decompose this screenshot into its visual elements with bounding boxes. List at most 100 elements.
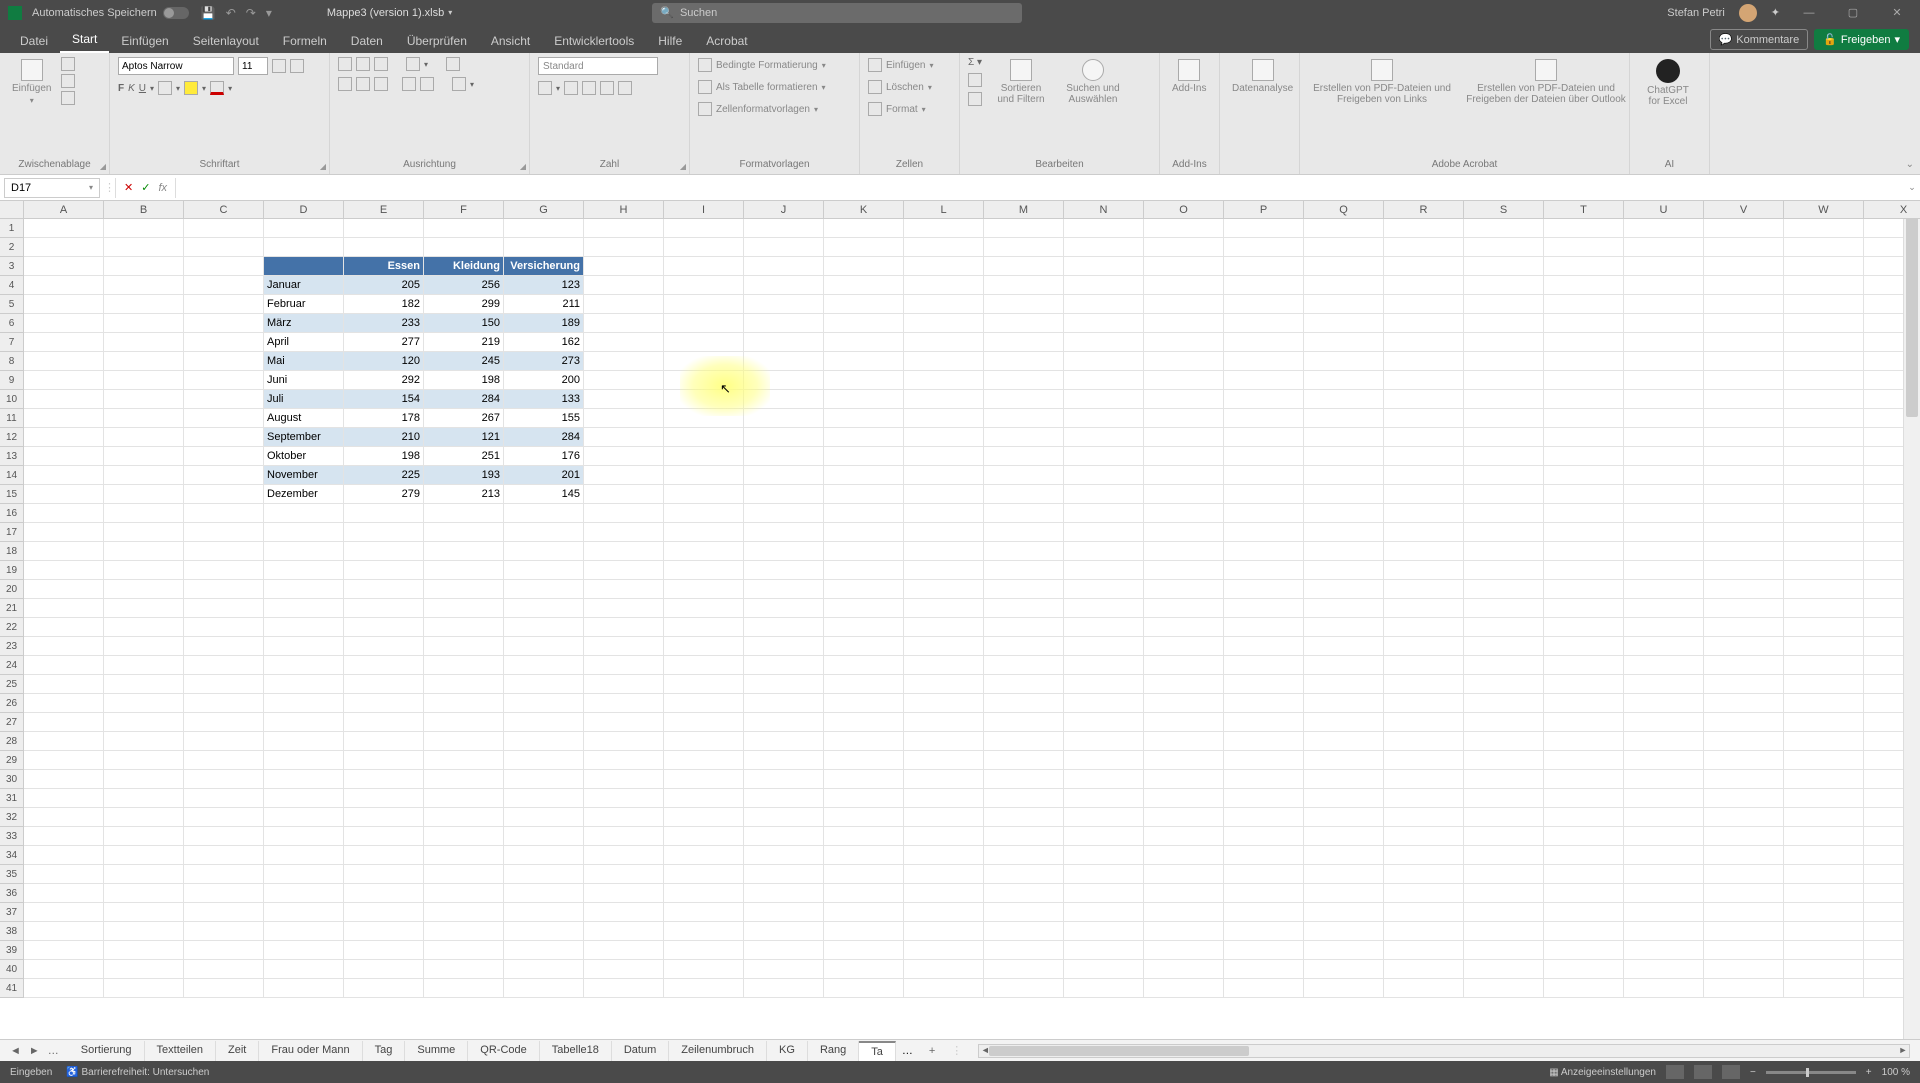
cell[interactable] [984,941,1064,960]
row-header[interactable]: 22 [0,618,23,637]
cell[interactable] [1144,580,1224,599]
toggle-icon[interactable] [163,7,189,19]
cell[interactable] [584,751,664,770]
cell[interactable] [904,656,984,675]
cell[interactable]: 225 [344,466,424,485]
cell[interactable]: Versicherung [504,257,584,276]
cell[interactable] [664,428,744,447]
cell[interactable] [664,295,744,314]
row-header[interactable]: 31 [0,789,23,808]
cell[interactable] [1304,371,1384,390]
cell[interactable] [1304,333,1384,352]
cell[interactable]: 284 [504,428,584,447]
cell[interactable] [184,580,264,599]
italic-button[interactable]: K [128,83,135,94]
cell[interactable] [1224,599,1304,618]
number-format-select[interactable] [538,57,658,75]
cell[interactable] [1144,447,1224,466]
cell[interactable] [424,827,504,846]
cell[interactable] [1224,637,1304,656]
cells-area[interactable]: EssenKleidungVersicherungJanuar205256123… [24,219,1920,998]
cell[interactable] [104,751,184,770]
cell[interactable] [1384,428,1464,447]
cell[interactable] [1464,751,1544,770]
cell[interactable] [1544,960,1624,979]
cell[interactable] [1784,390,1864,409]
sheet-tab[interactable]: Textteilen [145,1041,216,1061]
cell[interactable] [1704,922,1784,941]
cell[interactable] [904,941,984,960]
cell[interactable] [504,941,584,960]
cell[interactable] [1144,827,1224,846]
add-sheet-button[interactable]: + [919,1045,945,1057]
cell[interactable] [1304,561,1384,580]
cell[interactable] [104,504,184,523]
cell[interactable] [424,732,504,751]
cell[interactable] [264,979,344,998]
cell[interactable] [1704,371,1784,390]
cell[interactable] [1224,827,1304,846]
cell[interactable] [1224,409,1304,428]
cell[interactable] [1224,979,1304,998]
cell[interactable] [424,808,504,827]
cell[interactable] [1624,637,1704,656]
row-header[interactable]: 27 [0,713,23,732]
cell[interactable] [104,276,184,295]
cell[interactable] [1704,390,1784,409]
cell[interactable] [824,542,904,561]
cell[interactable] [104,979,184,998]
cell[interactable] [1464,466,1544,485]
cell[interactable] [664,808,744,827]
cell[interactable] [1544,922,1624,941]
cell[interactable] [984,808,1064,827]
cell[interactable] [1144,884,1224,903]
row-header[interactable]: 9 [0,371,23,390]
cell[interactable] [904,409,984,428]
cell[interactable] [744,409,824,428]
cell[interactable] [1224,941,1304,960]
cell[interactable] [984,770,1064,789]
cell[interactable] [24,466,104,485]
cell[interactable] [344,979,424,998]
cell[interactable] [24,599,104,618]
cell[interactable] [744,846,824,865]
cell[interactable] [184,466,264,485]
cell[interactable] [424,922,504,941]
cell[interactable] [1064,257,1144,276]
increase-decimal-icon[interactable] [600,81,614,95]
cell[interactable] [24,865,104,884]
cell[interactable] [1464,618,1544,637]
cell[interactable] [104,865,184,884]
cell[interactable] [1464,846,1544,865]
cell[interactable] [904,542,984,561]
cell[interactable] [1704,542,1784,561]
cell[interactable] [1224,257,1304,276]
cell[interactable] [584,542,664,561]
cell[interactable] [664,409,744,428]
cell[interactable] [1624,276,1704,295]
col-header[interactable]: O [1144,201,1224,218]
cell[interactable] [104,295,184,314]
cell[interactable] [824,314,904,333]
share-button[interactable]: 🔓 Freigeben ▾ [1814,29,1909,50]
cell[interactable] [1544,656,1624,675]
cell[interactable] [664,333,744,352]
cell[interactable] [184,732,264,751]
cell[interactable] [584,428,664,447]
col-header[interactable]: L [904,201,984,218]
cell[interactable] [424,713,504,732]
cell[interactable] [984,295,1064,314]
tab-acrobat[interactable]: Acrobat [694,29,759,53]
cell[interactable] [584,903,664,922]
cell[interactable] [424,903,504,922]
cell[interactable] [1464,827,1544,846]
cell[interactable] [1784,371,1864,390]
cell[interactable] [504,542,584,561]
cell[interactable] [1464,941,1544,960]
col-header[interactable]: E [344,201,424,218]
row-header[interactable]: 39 [0,941,23,960]
cell[interactable] [1784,789,1864,808]
cell[interactable] [904,599,984,618]
row-header[interactable]: 10 [0,390,23,409]
cell[interactable] [1624,827,1704,846]
